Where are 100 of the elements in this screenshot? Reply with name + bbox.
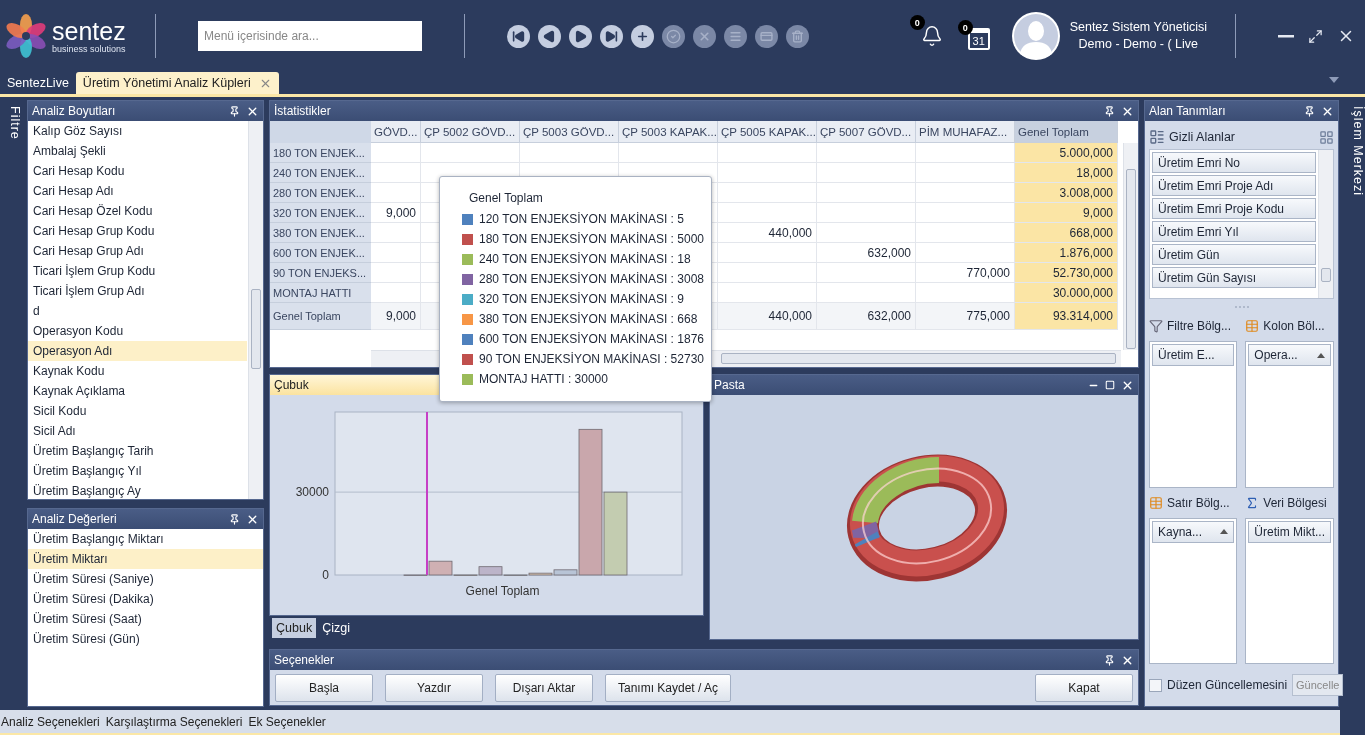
side-panel-label[interactable]: Filtre [0,100,22,707]
row-header: 180 TON ENJEK... [270,143,371,163]
action-button[interactable]: Tanımı Kaydet / Aç [605,673,732,702]
column-header[interactable]: ÇP 5003 KAPAK... [619,121,718,143]
toolbar-button[interactable] [569,24,592,48]
column-header[interactable]: ÇP 5003 GÖVD... [520,121,619,143]
column-header[interactable]: ÇP 5007 GÖVD... [817,121,916,143]
list-item[interactable]: d [28,301,247,321]
maximize-icon[interactable] [1105,380,1115,390]
panel-title: Pasta [714,378,745,392]
pin-icon[interactable] [229,105,240,117]
previous-icon [543,29,556,43]
field-chip[interactable]: Üretim Mikt... [1248,520,1331,543]
tab[interactable]: SentezLive [0,72,76,94]
maximize-button[interactable] [1308,28,1323,44]
action-button[interactable]: Dışarı Aktar [495,673,593,702]
panel-title: Seçenekler [274,653,335,667]
toolbar-button[interactable] [507,24,530,48]
field-chip[interactable]: Opera... [1248,344,1331,366]
panel-title: Çubuk [274,378,309,392]
list-item[interactable]: Kalıp Göz Sayısı [28,121,247,141]
table-cell: 440,000 [718,223,817,243]
pin-icon[interactable] [1104,105,1115,117]
action-button[interactable]: Kapat [1035,673,1133,702]
notification-badge: 0 [909,15,925,30]
list-item[interactable]: Üretim Başlangıç Yıl [28,461,247,481]
panel-title: Alan Tanımları [1149,104,1226,118]
brand-tagline: business solutions [52,44,126,54]
caret-icon[interactable] [1329,77,1339,83]
table-cell: 1.876,000 [1015,243,1118,263]
tooltip-entry: 600 TON ENJEKSİYON MAKİNASI : 1876 [479,332,704,346]
column-header[interactable]: GÖVD... [371,121,421,143]
menu-icon [729,29,742,43]
sort-icon[interactable] [1317,352,1325,358]
chart-tab[interactable]: Çubuk [272,618,317,638]
list-item[interactable]: Kaynak Kodu [28,361,247,381]
checkbox[interactable] [1149,678,1162,692]
toolbar-button[interactable] [631,24,654,48]
field-chip[interactable]: Kayna... [1152,520,1235,543]
list-item[interactable]: Üretim Başlangıç Tarih [28,441,247,461]
pin-icon[interactable] [1304,105,1315,117]
list-item[interactable]: Ticari İşlem Grup Kodu [28,261,247,281]
search-field[interactable]: Menü içerisinde ara... [198,21,422,51]
table-cell: 775,000 [916,303,1015,330]
grip-icon[interactable] [1234,305,1249,309]
action-button[interactable]: Yazdır [385,673,483,702]
scrollbar[interactable] [248,121,263,499]
list-item[interactable]: Üretim Süresi (Saniye) [28,569,263,589]
list-item[interactable]: Operasyon Kodu [28,321,247,341]
field-item[interactable]: Üretim Emri No [1152,152,1316,173]
toolbar-button[interactable] [600,24,623,48]
close-icon [698,29,711,43]
table-icon [1149,495,1163,510]
list-item[interactable]: Cari Hesap Grup Kodu [28,221,247,241]
list-item[interactable]: Cari Hesap Grup Adı [28,241,247,261]
side-panel-label[interactable]: İşlem Merkezi [1344,100,1365,707]
column-header[interactable]: Genel Toplam [1015,121,1118,143]
tab[interactable]: Üretim Yönetimi Analiz Küpleri [75,72,279,94]
list-item[interactable]: Üretim Süresi (Dakika) [28,589,263,609]
field-item[interactable]: Üretim Emri Proje Kodu [1152,198,1316,219]
list-item[interactable]: Ambalaj Şekli [28,141,247,161]
list-item[interactable]: Üretim Başlangıç Miktarı [28,529,263,549]
list-item[interactable]: Cari Hesap Özel Kodu [28,201,247,221]
list-item[interactable]: Üretim Süresi (Saat) [28,609,263,629]
list-item[interactable]: Üretim Miktarı [28,549,263,569]
bottom-tab[interactable]: Ek Seçenekler [248,714,326,729]
field-item[interactable]: Üretim Gün [1152,244,1316,265]
bottom-tab[interactable]: Karşılaştırma Seçenekleri [105,714,243,729]
field-item[interactable]: Üretim Emri Proje Adı [1152,175,1316,196]
chart-tab[interactable]: Çizgi [318,618,354,638]
field-item[interactable]: Üretim Gün Sayısı [1152,267,1316,288]
scrollbar[interactable] [1318,150,1333,298]
list-item[interactable]: Kaynak Açıklama [28,381,247,401]
list-item[interactable]: Üretim Başlangıç Ay [28,481,247,499]
pin-icon[interactable] [1104,654,1115,666]
skip-forward-icon [605,29,618,43]
sort-icon[interactable] [1220,529,1229,534]
pin-icon[interactable] [229,513,240,525]
list-item[interactable]: Ticari İşlem Grup Adı [28,281,247,301]
list-icon [1149,129,1165,145]
column-header[interactable]: ÇP 5002 GÖVD... [421,121,520,143]
column-header[interactable]: PİM MUHAFAZ... [916,121,1015,143]
list-item[interactable]: Cari Hesap Kodu [28,161,247,181]
scrollbar[interactable] [1123,143,1138,350]
minimize-button[interactable] [1278,34,1294,38]
list-item[interactable]: Sicil Kodu [28,401,247,421]
bottom-tab[interactable]: Analiz Seçenekleri [1,714,100,729]
list-item[interactable]: Operasyon Adı [28,341,247,361]
zone-title: Filtre Bölg... [1167,319,1232,333]
logo-icon [4,14,48,58]
column-header[interactable]: ÇP 5005 KAPAK... [718,121,817,143]
toolbar-button[interactable] [538,24,561,48]
tooltip-entry: 120 TON ENJEKSİYON MAKİNASI : 5 [479,212,684,226]
list-item[interactable]: Üretim Süresi (Gün) [28,629,263,649]
list-item[interactable]: Cari Hesap Adı [28,181,247,201]
action-button[interactable]: Başla [275,673,373,702]
grid-icon[interactable] [1319,129,1334,145]
field-item[interactable]: Üretim Emri Yıl [1152,221,1316,242]
field-chip[interactable]: Üretim E... [1152,344,1235,366]
list-item[interactable]: Sicil Adı [28,421,247,441]
